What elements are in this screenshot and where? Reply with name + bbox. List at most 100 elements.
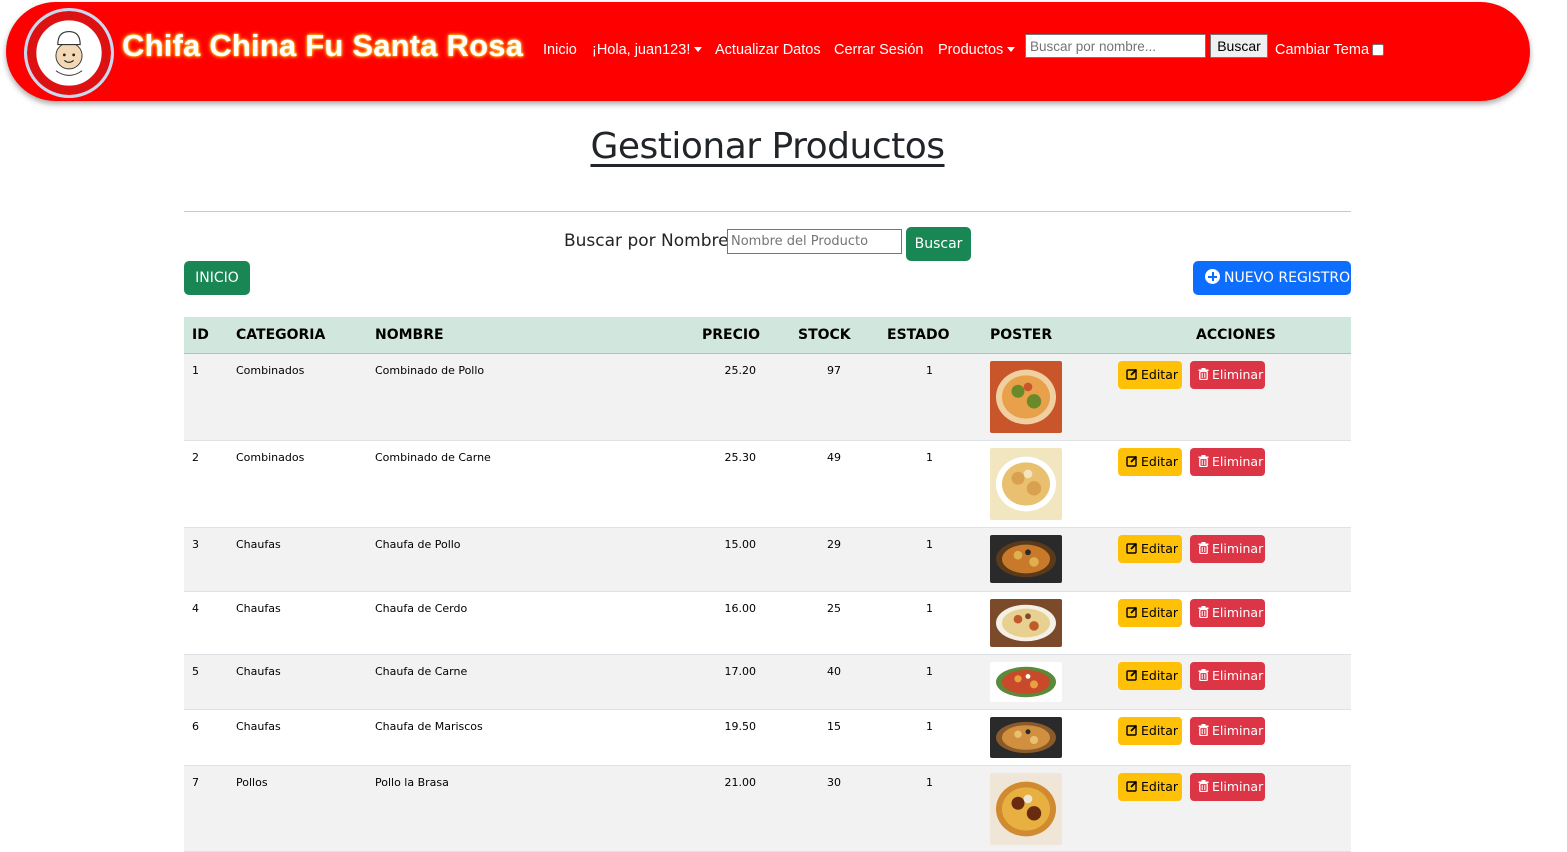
table-row: 4 Chaufas Chaufa de Cerdo 16.00 25 1 Editar Eli… (184, 592, 1351, 655)
delete-label: Eliminar (1212, 779, 1264, 794)
delete-button[interactable]: Eliminar (1190, 599, 1265, 627)
cell-nombre: Chaufa de Cerdo (375, 602, 468, 615)
table-row: 6 Chaufas Chaufa de Mariscos 19.50 15 1 Editar… (184, 710, 1351, 766)
edit-button[interactable]: Editar (1118, 535, 1182, 563)
cell-stock: 15 (827, 720, 841, 733)
cell-nombre: Combinado de Carne (375, 451, 491, 464)
cell-categoria: Combinados (236, 364, 305, 377)
edit-label: Editar (1141, 668, 1179, 683)
cell-nombre: Pollo la Brasa (375, 776, 449, 789)
cell-id: 1 (192, 364, 199, 377)
edit-label: Editar (1141, 454, 1179, 469)
nav-inicio[interactable]: Inicio (543, 42, 577, 58)
edit-button[interactable]: Editar (1118, 773, 1182, 801)
edit-icon (1126, 542, 1138, 554)
trash-icon (1198, 724, 1209, 736)
edit-button[interactable]: Editar (1118, 599, 1182, 627)
nav-search-input[interactable] (1025, 34, 1206, 58)
delete-label: Eliminar (1212, 668, 1264, 683)
delete-button[interactable]: Eliminar (1190, 361, 1265, 389)
nav-user-dropdown[interactable]: ¡Hola, juan123! (592, 42, 703, 58)
cell-nombre: Chaufa de Carne (375, 665, 468, 678)
cell-id: 5 (192, 665, 199, 678)
cell-estado: 1 (926, 665, 933, 678)
product-search-input[interactable]: Nombre del Producto (727, 229, 902, 254)
productos-label: Productos (938, 42, 1004, 58)
edit-label: Editar (1141, 541, 1179, 556)
nav-productos-dropdown[interactable]: Productos (938, 42, 1016, 58)
edit-button[interactable]: Editar (1118, 361, 1182, 389)
top-navbar: Chifa China Fu Santa Rosa Inicio ¡Hola, … (6, 2, 1530, 101)
cell-precio: 21.00 (724, 776, 757, 789)
product-poster-image (990, 773, 1062, 845)
column-header-id: ID (192, 327, 209, 343)
cell-categoria: Chaufas (236, 720, 281, 733)
delete-button[interactable]: Eliminar (1190, 662, 1265, 690)
nuevo-registro-button[interactable]: NUEVO REGISTRO (1193, 261, 1351, 295)
delete-button[interactable]: Eliminar (1190, 535, 1265, 563)
nav-cerrar-sesion[interactable]: Cerrar Sesión (834, 42, 923, 58)
cell-categoria: Chaufas (236, 665, 281, 678)
edit-button[interactable]: Editar (1118, 662, 1182, 690)
cell-precio: 17.00 (724, 665, 757, 678)
trash-icon (1198, 542, 1209, 554)
cell-precio: 15.00 (724, 538, 757, 551)
cell-stock: 40 (827, 665, 841, 678)
cell-stock: 25 (827, 602, 841, 615)
table-row: 3 Chaufas Chaufa de Pollo 15.00 29 1 Editar Eli… (184, 528, 1351, 592)
delete-button[interactable]: Eliminar (1190, 448, 1265, 476)
column-header-estado: ESTADO (887, 327, 950, 343)
edit-button[interactable]: Editar (1118, 448, 1182, 476)
cell-estado: 1 (926, 364, 933, 377)
edit-icon (1126, 669, 1138, 681)
cell-precio: 25.30 (724, 451, 757, 464)
cell-id: 3 (192, 538, 199, 551)
cell-precio: 19.50 (724, 720, 757, 733)
column-header-categoria: CATEGORIA (236, 327, 326, 343)
product-poster-image (990, 662, 1062, 702)
cell-id: 6 (192, 720, 199, 733)
table-body: 1 Combinados Combinado de Pollo 25.20 97 1 Edi… (184, 354, 1351, 852)
inicio-button[interactable]: INICIO (184, 261, 250, 295)
cell-estado: 1 (926, 720, 933, 733)
products-table: ID CATEGORIA NOMBRE PRECIO STOCK ESTADO … (184, 317, 1351, 852)
table-row: 7 Pollos Pollo la Brasa 21.00 30 1 Editar Elimi… (184, 766, 1351, 852)
chevron-down-icon (1007, 46, 1016, 52)
divider (184, 211, 1351, 212)
column-header-acciones: ACCIONES (1196, 327, 1276, 343)
plus-circle-icon (1205, 269, 1220, 284)
cell-stock: 97 (827, 364, 841, 377)
theme-toggle-label: Cambiar Tema (1275, 42, 1370, 58)
product-poster-image (990, 361, 1062, 433)
cell-stock: 29 (827, 538, 841, 551)
delete-button[interactable]: Eliminar (1190, 773, 1265, 801)
nuevo-registro-label: NUEVO REGISTRO (1224, 270, 1351, 286)
delete-label: Eliminar (1212, 605, 1264, 620)
product-search-button[interactable]: Buscar (906, 227, 971, 261)
restaurant-logo[interactable] (24, 8, 114, 98)
brand-name[interactable]: Chifa China Fu Santa Rosa (122, 28, 523, 64)
edit-button[interactable]: Editar (1118, 717, 1182, 745)
theme-toggle-checkbox[interactable] (1372, 44, 1384, 56)
cell-nombre: Combinado de Pollo (375, 364, 485, 377)
edit-icon (1126, 724, 1138, 736)
cell-categoria: Chaufas (236, 538, 281, 551)
nav-actualizar-datos[interactable]: Actualizar Datos (715, 42, 821, 58)
cell-id: 4 (192, 602, 199, 615)
column-header-nombre: NOMBRE (375, 327, 444, 343)
column-header-precio: PRECIO (702, 327, 760, 343)
nav-search-button[interactable]: Buscar (1210, 34, 1268, 58)
cell-categoria: Chaufas (236, 602, 281, 615)
trash-icon (1198, 780, 1209, 792)
cell-id: 7 (192, 776, 199, 789)
cell-categoria: Combinados (236, 451, 305, 464)
edit-label: Editar (1141, 723, 1179, 738)
search-label: Buscar por Nombre: (564, 231, 735, 251)
product-poster-image (990, 717, 1062, 758)
delete-label: Eliminar (1212, 454, 1264, 469)
trash-icon (1198, 669, 1209, 681)
cell-precio: 25.20 (724, 364, 757, 377)
delete-button[interactable]: Eliminar (1190, 717, 1265, 745)
cell-id: 2 (192, 451, 199, 464)
edit-icon (1126, 368, 1138, 380)
